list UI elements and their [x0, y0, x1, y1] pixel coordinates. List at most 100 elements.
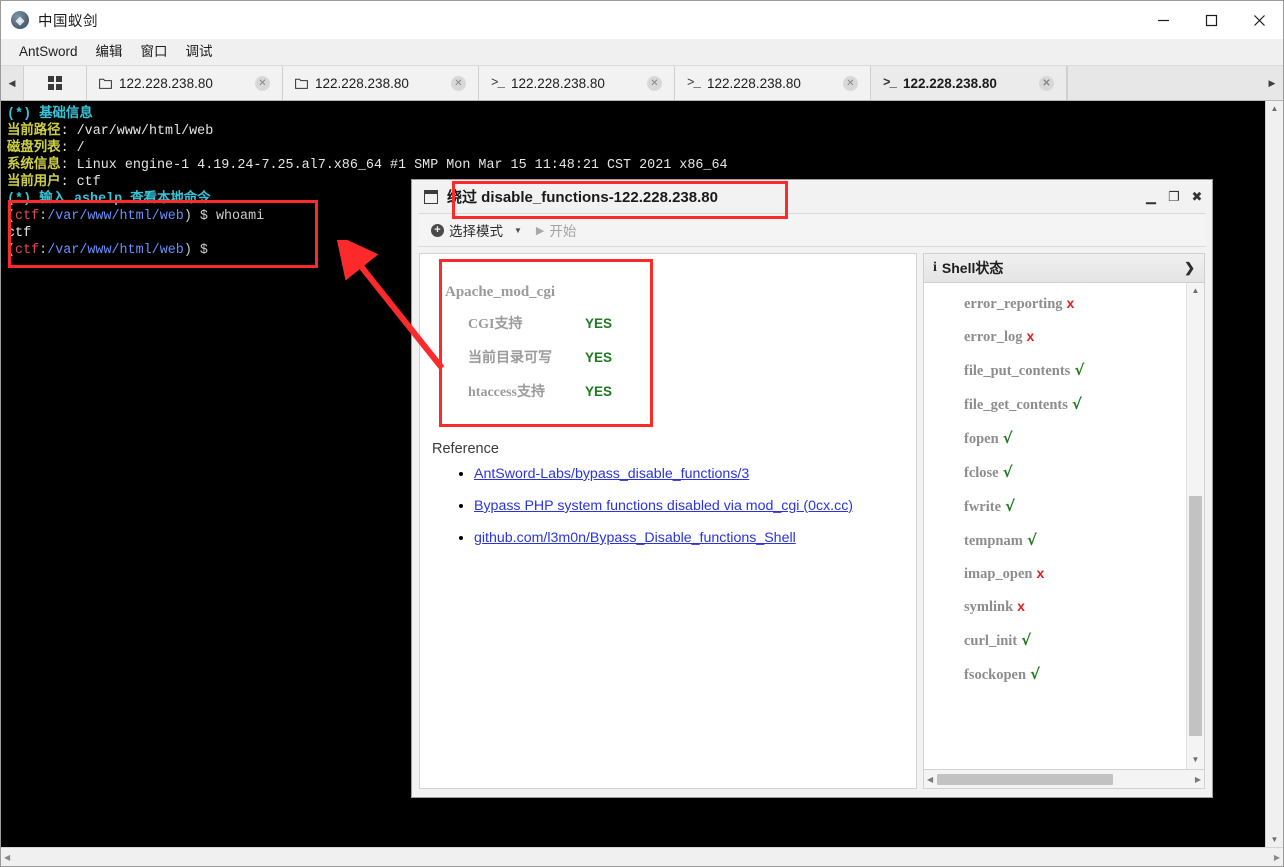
terminal-text: : /var/www/html/web	[60, 124, 214, 139]
function-status-row: curl_init √	[924, 631, 1186, 650]
cross-icon: x	[1026, 328, 1035, 344]
tab-close-icon[interactable]: ✕	[843, 75, 858, 91]
tab-shell-0[interactable]: 122.228.238.80 ✕	[87, 66, 283, 100]
tab-close-icon[interactable]: ✕	[1039, 75, 1054, 91]
check-label: 当前目录可写	[468, 351, 552, 366]
tab-label: 122.228.238.80	[315, 75, 409, 91]
dialog-body: Apache_mod_cgi CGI支持 YES 当前目录可写 YES htac…	[419, 253, 1205, 789]
title-bar: ◈ 中国蚁剑	[1, 1, 1283, 39]
window-icon	[424, 189, 438, 204]
function-status-list: error_reporting x error_log x file_put_conte…	[924, 283, 1186, 769]
dialog-title: 绕过 disable_functions-122.228.238.80	[447, 189, 718, 206]
reference-link[interactable]: AntSword-Labs/bypass_disable_functions/3	[474, 466, 749, 482]
function-name: curl_init	[964, 633, 1018, 649]
function-name: symlink	[964, 599, 1014, 615]
function-name: fclose	[964, 465, 999, 481]
terminal-vertical-scrollbar[interactable]: ▲ ▼	[1265, 101, 1283, 847]
scrollbar-thumb[interactable]	[1189, 496, 1202, 736]
terminal-text: ctf	[15, 209, 40, 224]
cross-icon: x	[1017, 598, 1025, 614]
tab-label: 122.228.238.80	[903, 75, 997, 91]
shell-status-horizontal-scrollbar[interactable]: ◀ ▶	[923, 770, 1205, 789]
maximize-icon[interactable]	[1187, 1, 1235, 39]
antsword-logo-icon: ◈	[11, 11, 29, 29]
scroll-left-icon[interactable]: ◀	[927, 775, 933, 784]
terminal-line: 当前路径: /var/www/html/web	[7, 123, 1259, 140]
scroll-right-icon[interactable]: ▶	[1274, 853, 1280, 862]
check-icon: √	[1026, 531, 1037, 549]
function-status-row: error_reporting x	[924, 295, 1186, 313]
menu-item-edit[interactable]: 编辑	[87, 39, 132, 65]
scroll-down-icon[interactable]: ▼	[1192, 752, 1200, 767]
function-status-row: imap_open x	[924, 565, 1186, 583]
check-label: CGI支持	[468, 317, 523, 332]
function-name: error_log	[964, 329, 1023, 345]
minimize-icon[interactable]	[1139, 1, 1187, 39]
tab-close-icon[interactable]: ✕	[255, 75, 270, 91]
tab-scroll-left-icon[interactable]: ◀	[1, 66, 23, 100]
scroll-up-icon[interactable]: ▲	[1192, 283, 1200, 298]
terminal-text: /var/www/html/web	[47, 243, 184, 258]
reference-link[interactable]: Bypass PHP system functions disabled via…	[474, 498, 853, 514]
terminal-text: 系统信息	[7, 158, 61, 173]
chevron-right-icon[interactable]: ❯	[1184, 260, 1195, 276]
start-label: 开始	[549, 224, 577, 239]
tab-terminal-4-active[interactable]: >_ 122.228.238.80 ✕	[871, 66, 1067, 100]
scroll-left-icon[interactable]: ◀	[4, 853, 10, 862]
function-status-row: file_get_contents √	[924, 395, 1186, 414]
terminal-line: 磁盘列表: /	[7, 140, 1259, 157]
function-status-row: file_put_contents √	[924, 361, 1186, 380]
app-title: 中国蚁剑	[38, 13, 98, 30]
tab-label: 122.228.238.80	[119, 75, 213, 91]
module-check-row: htaccess支持 YES	[432, 381, 638, 401]
check-icon: √	[1021, 631, 1032, 649]
terminal-horizontal-scrollbar[interactable]: ◀ ▶	[1, 847, 1283, 866]
terminal-text: (	[7, 243, 16, 258]
tab-close-icon[interactable]: ✕	[451, 75, 466, 91]
close-icon[interactable]	[1235, 1, 1283, 39]
tab-grid-button[interactable]	[23, 66, 87, 100]
check-icon: √	[1005, 497, 1016, 515]
function-name: fwrite	[964, 499, 1002, 515]
dialog-close-icon[interactable]: ✖	[1190, 188, 1204, 206]
start-button[interactable]: ▶ 开始	[532, 218, 580, 242]
terminal-text: (*) 基础信息	[7, 107, 93, 122]
scroll-down-icon[interactable]: ▼	[1271, 832, 1279, 847]
shell-status-body: error_reporting x error_log x file_put_conte…	[923, 283, 1205, 770]
terminal-text: ) $ whoami	[183, 209, 265, 224]
bypass-disable-functions-dialog: 绕过 disable_functions-122.228.238.80 ▁ ❐ …	[411, 179, 1213, 798]
tab-close-icon[interactable]: ✕	[647, 75, 662, 91]
shell-status-header[interactable]: i Shell状态 ❯	[923, 253, 1205, 283]
terminal-text: : Linux engine-1 4.19.24-7.25.al7.x86_64…	[60, 158, 728, 173]
function-name: error_reporting	[964, 296, 1063, 312]
menu-bar: AntSword 编辑 窗口 调试	[1, 39, 1283, 66]
chevron-down-icon[interactable]: ▼	[514, 226, 522, 235]
cross-icon: x	[1036, 565, 1045, 581]
dialog-minimize-icon[interactable]: ▁	[1144, 188, 1158, 206]
reference-link[interactable]: github.com/l3m0n/Bypass_Disable_function…	[474, 530, 796, 546]
tab-terminal-2[interactable]: >_ 122.228.238.80 ✕	[479, 66, 675, 100]
folder-icon	[99, 78, 112, 89]
check-label: htaccess支持	[468, 385, 545, 400]
module-check-row: CGI支持 YES	[432, 313, 638, 333]
tab-scroll-right-icon[interactable]: ▶	[1261, 66, 1283, 100]
terminal-text: 当前用户	[7, 175, 61, 190]
dialog-maximize-icon[interactable]: ❐	[1167, 188, 1181, 206]
terminal-text: ctf	[15, 243, 40, 258]
tab-terminal-3[interactable]: >_ 122.228.238.80 ✕	[675, 66, 871, 100]
scroll-right-icon[interactable]: ▶	[1195, 775, 1201, 784]
menu-item-window[interactable]: 窗口	[132, 39, 177, 65]
terminal-line: 系统信息: Linux engine-1 4.19.24-7.25.al7.x8…	[7, 157, 1259, 174]
shell-status-vertical-scrollbar[interactable]: ▲ ▼	[1186, 283, 1204, 769]
tab-shell-1[interactable]: 122.228.238.80 ✕	[283, 66, 479, 100]
terminal-text: :	[39, 209, 48, 224]
select-mode-button[interactable]: + 选择模式	[427, 218, 507, 242]
dialog-title-bar: 绕过 disable_functions-122.228.238.80 ▁ ❐ …	[412, 180, 1212, 213]
function-name: tempnam	[964, 533, 1023, 549]
menu-item-debug[interactable]: 调试	[177, 39, 222, 65]
scroll-up-icon[interactable]: ▲	[1271, 101, 1279, 116]
menu-item-antsword[interactable]: AntSword	[10, 39, 87, 65]
scrollbar-thumb[interactable]	[937, 773, 1114, 785]
terminal-icon: >_	[491, 76, 505, 90]
function-status-row: symlink x	[924, 598, 1186, 616]
